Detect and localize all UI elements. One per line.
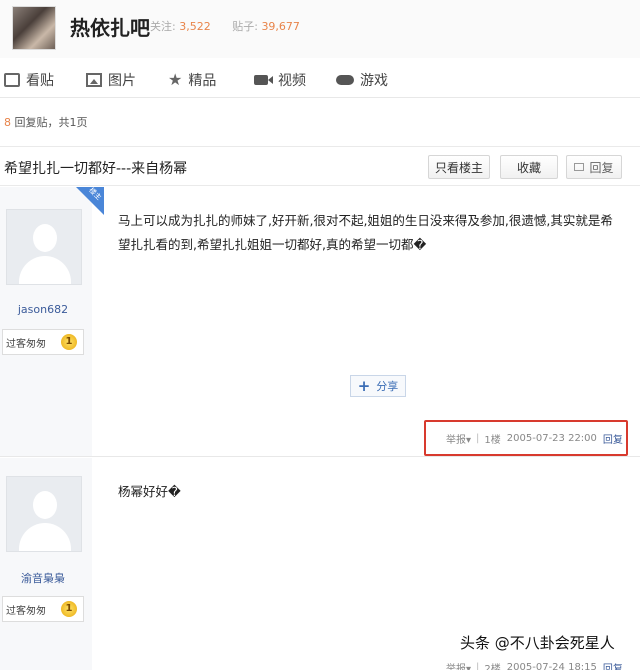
floor-number: 1楼: [484, 434, 501, 446]
favorite-button[interactable]: 收藏: [500, 155, 558, 179]
forum-avatar[interactable]: [12, 6, 56, 50]
post-reply-link[interactable]: 回复: [603, 431, 623, 446]
nav-item-videos[interactable]: 视频: [254, 70, 306, 90]
post-content: 杨幂好好�: [118, 484, 181, 499]
username[interactable]: jason682: [0, 303, 86, 316]
picture-icon: [86, 73, 102, 87]
star-icon: ★: [168, 70, 183, 89]
thread-bar: 希望扎扎一切都好---来自杨幂 只看楼主 收藏 回复: [0, 146, 640, 186]
nav-item-label: 精品: [188, 73, 217, 89]
nav-item-label: 视频: [278, 73, 306, 89]
forum-stats: 关注: 3,522 贴子: 39,677: [150, 18, 318, 34]
post-content: 马上可以成为扎扎的师妹了,好开新,很对不起,姐姐的生日没来得及参加,很遗憾,其实…: [118, 213, 613, 252]
follow-label: 关注:: [150, 20, 176, 33]
user-level: 过客匆匆 1: [2, 596, 84, 622]
avatar[interactable]: [6, 476, 82, 552]
follow-count: 3,522: [179, 20, 211, 33]
reply-button[interactable]: 回复: [566, 155, 622, 179]
avatar[interactable]: [6, 209, 82, 285]
reply-button-label: 回复: [589, 160, 614, 175]
user-level: 过客匆匆 1: [2, 329, 84, 355]
video-icon: [254, 75, 273, 85]
post-meta: 举报▾ | 2楼 2005-07-24 18:15 回复: [446, 660, 623, 670]
nav-item-label: 看贴: [26, 73, 54, 89]
level-name: 过客匆匆: [6, 605, 46, 617]
forum-nav: 看贴 图片 ★ 精品 视频 游戏: [0, 62, 640, 98]
post-datetime: 2005-07-23 22:00: [506, 432, 597, 444]
watermark: 头条 @不八卦会死星人: [460, 634, 615, 652]
post-icon: [4, 73, 20, 87]
reply-count: 8: [4, 116, 11, 129]
reply-info: 8 回复贴，共1页: [4, 114, 88, 130]
nav-item-posts[interactable]: 看贴: [4, 70, 54, 90]
posts-count: 39,677: [261, 20, 300, 33]
floor-number: 2楼: [484, 664, 501, 670]
level-badge-icon: 1: [61, 601, 77, 617]
nav-item-games[interactable]: 游戏: [336, 70, 388, 90]
report-link[interactable]: 举报▾: [446, 431, 471, 446]
share-button[interactable]: + 分享: [350, 375, 406, 397]
forum-title[interactable]: 热依扎吧: [70, 12, 150, 41]
post: jason682 过客匆匆 1 楼主 马上可以成为扎扎的师妹了,好开新,很对不起…: [0, 186, 640, 457]
report-link[interactable]: 举报▾: [446, 660, 471, 670]
reply-info-text: 回复贴，共1页: [11, 116, 88, 129]
user-column: 渝音梟梟 过客匆匆 1: [0, 458, 92, 670]
nav-item-label: 图片: [108, 73, 136, 89]
posts-label: 贴子:: [232, 20, 258, 33]
forum-header: 热依扎吧 关注: 3,522 贴子: 39,677: [0, 0, 640, 58]
level-badge-icon: 1: [61, 334, 77, 350]
user-column: jason682 过客匆匆 1: [0, 187, 92, 456]
nav-item-featured[interactable]: ★ 精品: [168, 70, 216, 90]
thread-title: 希望扎扎一切都好---来自杨幂: [4, 161, 188, 177]
level-name: 过客匆匆: [6, 338, 46, 350]
gamepad-icon: [336, 75, 354, 85]
post-datetime: 2005-07-24 18:15: [506, 662, 597, 670]
username[interactable]: 渝音梟梟: [0, 570, 86, 586]
reply-icon: [574, 163, 585, 171]
plus-icon: +: [357, 377, 371, 395]
post-reply-link[interactable]: 回复: [603, 660, 623, 670]
share-label: 分享: [376, 380, 399, 393]
nav-item-label: 游戏: [360, 73, 388, 89]
only-op-button[interactable]: 只看楼主: [428, 155, 490, 179]
nav-item-pictures[interactable]: 图片: [86, 70, 136, 90]
post-meta: 举报▾ | 1楼 2005-07-23 22:00 回复: [424, 420, 628, 456]
